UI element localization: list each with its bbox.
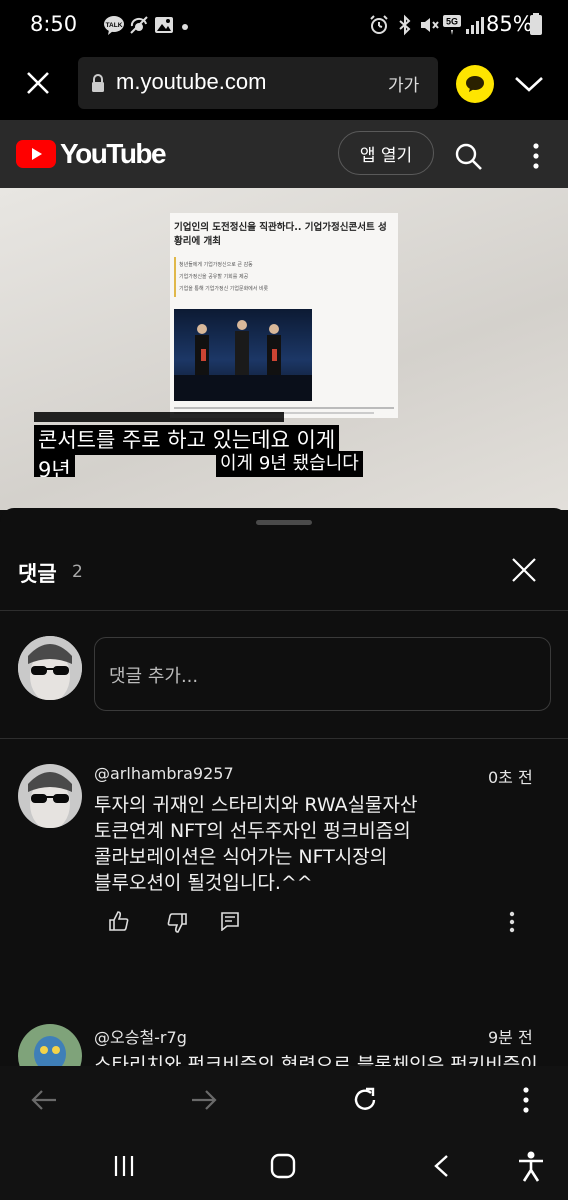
avatar[interactable] xyxy=(18,636,82,700)
battery-percent: 85% xyxy=(486,12,533,36)
home-button[interactable] xyxy=(270,1153,296,1179)
comments-title: 댓글 xyxy=(18,562,57,586)
comment-line: 블루오션이 될것입니다.^^ xyxy=(94,872,313,894)
close-icon xyxy=(512,558,536,582)
add-comment-placeholder: 댓글 추가... xyxy=(109,666,199,687)
thumbs-down-icon xyxy=(167,913,187,933)
home-icon xyxy=(270,1153,296,1179)
recent-apps-button[interactable] xyxy=(112,1154,136,1178)
5g-signal-icon: 5G xyxy=(442,14,464,36)
article-bullet: 기업가정신을 공유할 기회를 제공 xyxy=(179,274,249,280)
thumbs-up-icon xyxy=(109,911,129,931)
youtube-header: YouTube 앱 열기 xyxy=(0,120,568,188)
avatar[interactable] xyxy=(18,1024,82,1066)
no-sync-icon xyxy=(128,14,150,36)
network-type: 5G xyxy=(446,17,458,27)
comments-panel: 댓글 2 댓글 추가... @arlhambra9257 0초 전 투자의 귀재… xyxy=(0,508,568,1066)
comment-time: 0초 전 xyxy=(488,768,533,787)
article-bullet: 청년들에게 기업가정신으로 큰 감동 xyxy=(179,262,253,268)
comments-count: 2 xyxy=(72,562,83,582)
news-article-image: 기업인의 도전정신을 직관하다.. 기업가정신콘서트 성황리에 개최 청년들에게… xyxy=(170,213,398,418)
browser-menu-button[interactable] xyxy=(518,1086,534,1114)
comment-time: 9분 전 xyxy=(488,1028,533,1047)
lock-icon xyxy=(90,73,106,93)
signal-icon xyxy=(464,14,486,36)
more-vertical-icon xyxy=(533,143,539,169)
article-bullet: 기업을 통해 기업가정신 기업문화에서 비롯 xyxy=(179,286,269,292)
comment-menu-button[interactable] xyxy=(504,910,520,934)
reload-button[interactable] xyxy=(351,1086,379,1114)
gallery-icon xyxy=(153,14,175,36)
more-vertical-icon xyxy=(509,911,515,933)
comment-author[interactable]: @오승철-r7g xyxy=(94,1024,187,1048)
close-tab-button[interactable] xyxy=(24,69,52,97)
article-title: 기업인의 도전정신을 직관하다.. 기업가정신콘서트 성황리에 개최 xyxy=(174,222,387,247)
more-vertical-icon xyxy=(523,1087,529,1113)
chat-bubble-icon xyxy=(466,76,484,92)
forward-button[interactable] xyxy=(190,1088,218,1112)
browser-toolbar: m.youtube.com 가가 xyxy=(0,52,568,120)
address-bar[interactable]: m.youtube.com 가가 xyxy=(78,57,438,109)
expand-button[interactable] xyxy=(514,72,544,96)
comment-line: 콜라보레이션은 식어가는 NFT시장의 xyxy=(94,846,388,868)
chevron-left-icon xyxy=(434,1155,448,1177)
article-photo xyxy=(174,309,312,401)
youtube-logo-text[interactable]: YouTube xyxy=(60,138,167,170)
add-comment-input[interactable]: 댓글 추가... xyxy=(94,637,551,711)
notification-dot-icon xyxy=(182,24,188,30)
kakaotalk-icon: TALK xyxy=(103,14,125,36)
comment-text: 투자의 귀재인 스타리치와 RWA실물자산 토큰연계 NFT의 선두주자인 펑크… xyxy=(94,792,418,896)
article-quote-bar xyxy=(174,257,176,297)
drag-handle[interactable] xyxy=(256,520,312,525)
status-bar: 8:50 TALK 5G 85% xyxy=(0,0,568,52)
system-back-button[interactable] xyxy=(432,1154,450,1178)
search-button[interactable] xyxy=(454,142,484,172)
refresh-icon xyxy=(354,1087,376,1110)
search-icon xyxy=(455,143,482,170)
comment-line: 스타리치와 펑크비즘의 협력으로 블록체인은 펑키비즘이 xyxy=(94,1054,538,1066)
like-button[interactable] xyxy=(108,910,130,932)
comment-line: 투자의 귀재인 스타리치와 RWA실물자산 xyxy=(94,794,418,816)
youtube-logo-icon[interactable] xyxy=(16,140,56,168)
open-app-button[interactable]: 앱 열기 xyxy=(338,131,434,175)
back-button[interactable] xyxy=(30,1088,58,1112)
subtitle-line: 9년 xyxy=(34,455,75,477)
talk-badge: TALK xyxy=(106,22,123,29)
divider xyxy=(0,738,568,739)
reply-button[interactable] xyxy=(220,911,240,931)
system-navigation-bar xyxy=(0,1134,568,1200)
browser-bottom-bar xyxy=(0,1066,568,1134)
dislike-button[interactable] xyxy=(166,912,188,934)
battery-icon xyxy=(530,13,542,35)
more-menu-button[interactable] xyxy=(526,142,546,170)
comment-author[interactable]: @arlhambra9257 xyxy=(94,764,234,783)
accessibility-button[interactable] xyxy=(516,1150,546,1182)
bluetooth-icon xyxy=(394,14,416,36)
divider xyxy=(0,610,568,611)
subtitle-line: 이게 9년 됐습니다 xyxy=(216,451,363,477)
text-size-button[interactable]: 가가 xyxy=(388,71,419,96)
avatar[interactable] xyxy=(18,764,82,828)
arrow-left-icon xyxy=(31,1090,56,1110)
status-time: 8:50 xyxy=(30,12,78,36)
close-icon xyxy=(27,72,49,94)
article-text-line xyxy=(174,407,394,409)
kakao-button[interactable] xyxy=(456,65,494,103)
comment-icon xyxy=(221,912,239,931)
close-comments-button[interactable] xyxy=(510,556,538,584)
comment-line: 토큰연계 NFT의 선두주자인 펑크비즘의 xyxy=(94,820,411,842)
chevron-down-icon xyxy=(515,77,543,92)
mute-icon xyxy=(418,14,440,36)
accessibility-icon xyxy=(519,1151,543,1182)
recents-icon xyxy=(114,1156,134,1176)
comment-text: 스타리치와 펑크비즘의 협력으로 블록체인은 펑키비즘이 xyxy=(94,1052,538,1066)
url-text[interactable]: m.youtube.com xyxy=(116,69,266,95)
video-player[interactable]: 기업인의 도전정신을 직관하다.. 기업가정신콘서트 성황리에 개최 청년들에게… xyxy=(0,188,568,510)
alarm-icon xyxy=(368,14,390,36)
arrow-right-icon xyxy=(192,1090,217,1110)
subtitle-cutoff xyxy=(34,412,284,422)
